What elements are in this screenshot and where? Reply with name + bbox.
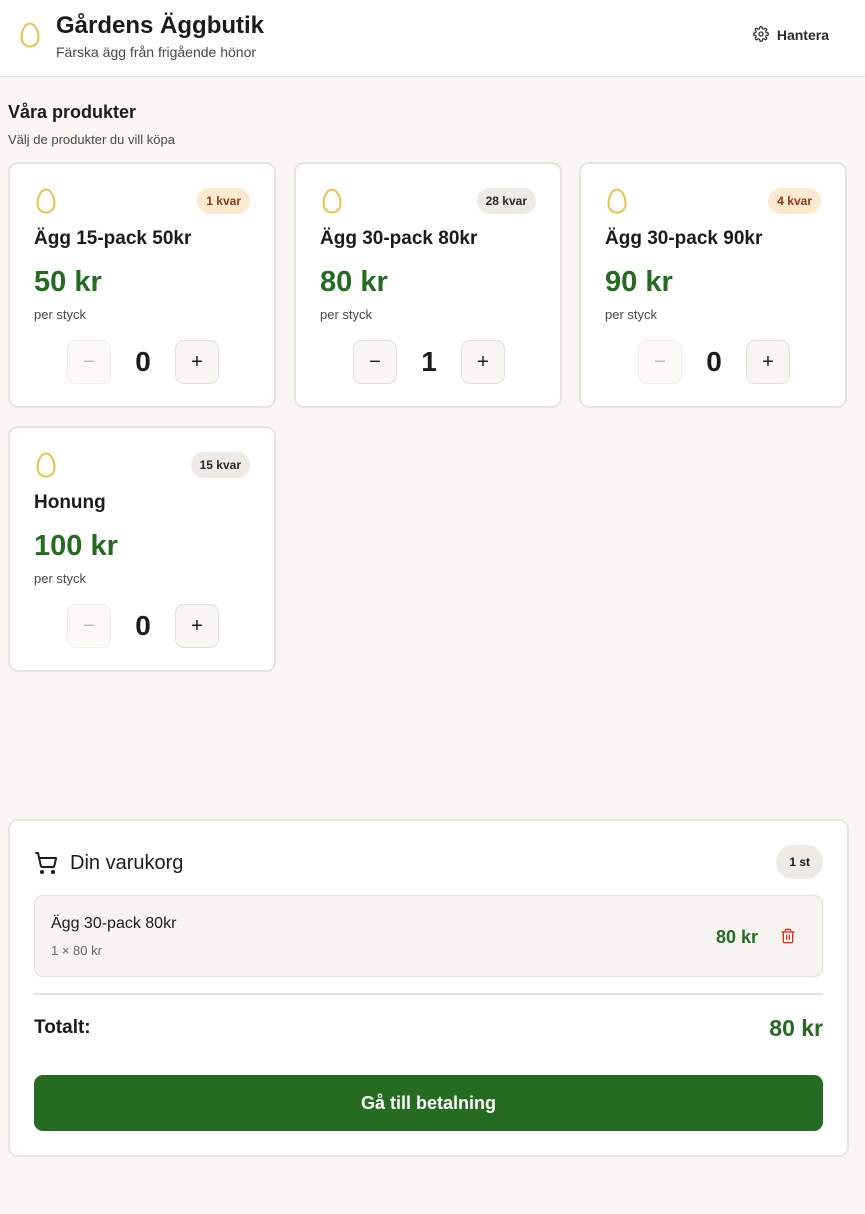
product-price: 50 kr [34,266,102,298]
quantity-value: 0 [135,610,151,641]
product-card: 28 kvar Ägg 30-pack 80kr 80 kr per styck… [294,162,562,408]
decrease-quantity-button[interactable]: − [67,340,111,384]
cart-count-badge: 1 st [776,845,823,879]
quantity-value: 0 [706,346,722,377]
gear-icon [752,25,769,45]
increase-quantity-button[interactable]: + [461,340,505,384]
divider [34,993,823,995]
delete-item-button[interactable] [780,927,796,950]
cart-title: Din varukorg [70,852,184,874]
stock-badge: 28 kvar [476,188,536,214]
product-card: 1 kvar Ägg 15-pack 50kr 50 kr per styck … [8,162,276,408]
stock-badge: 1 kvar [197,188,250,214]
minus-icon: − [654,350,666,373]
egg-icon [322,188,342,219]
plus-icon: + [762,350,774,373]
product-unit: per styck [34,571,87,586]
stock-badge: 15 kvar [190,452,250,478]
cart-item: Ägg 30-pack 80kr 1 × 80 kr 80 kr [34,895,823,977]
plus-icon: + [477,350,489,373]
cart-item-detail: 1 × 80 kr [51,943,102,958]
cart-panel: Din varukorg 1 st Ägg 30-pack 80kr 1 × 8… [8,819,849,1157]
product-card: 15 kvar Honung 100 kr per styck − 0 + [8,426,276,672]
quantity-value: 1 [421,346,437,377]
increase-quantity-button[interactable]: + [746,340,790,384]
increase-quantity-button[interactable]: + [175,604,219,648]
products-section-subtitle: Välj de produkter du vill köpa [8,132,175,147]
plus-icon: + [191,614,203,637]
decrease-quantity-button[interactable]: − [638,340,682,384]
product-unit: per styck [605,307,658,322]
egg-icon [607,188,627,219]
manage-button[interactable]: Hantera [741,22,841,48]
egg-icon [20,22,40,53]
product-card: 4 kvar Ägg 30-pack 90kr 90 kr per styck … [579,162,847,408]
quantity-value: 0 [135,346,151,377]
product-unit: per styck [320,307,373,322]
plus-icon: + [191,350,203,373]
checkout-button[interactable]: Gå till betalning [34,1075,823,1131]
shopping-cart-icon [34,851,58,880]
trash-icon [781,928,795,944]
product-unit: per styck [34,307,87,322]
product-price: 100 kr [34,530,118,562]
products-section-title: Våra produkter [8,102,137,122]
minus-icon: − [83,350,95,373]
stock-badge: 4 kvar [768,188,821,214]
app-subtitle: Färska ägg från frigående hönor [56,44,257,60]
minus-icon: − [83,614,95,637]
decrease-quantity-button[interactable]: − [67,604,111,648]
increase-quantity-button[interactable]: + [175,340,219,384]
product-name: Honung [34,492,106,513]
product-name: Ägg 30-pack 90kr [605,228,763,249]
egg-icon [36,188,56,219]
product-name: Ägg 15-pack 50kr [34,228,192,249]
cart-item-name: Ägg 30-pack 80kr [51,915,177,932]
minus-icon: − [369,350,381,373]
app-header: Gårdens Äggbutik Färska ägg från frigåen… [0,0,865,77]
manage-label: Hantera [776,27,829,43]
app-title: Gårdens Äggbutik [56,12,265,39]
product-price: 90 kr [605,266,673,298]
product-name: Ägg 30-pack 80kr [320,228,478,249]
decrease-quantity-button[interactable]: − [353,340,397,384]
cart-item-price: 80 kr [715,927,758,947]
product-price: 80 kr [320,266,388,298]
egg-icon [36,452,56,483]
total-label: Totalt: [34,1017,91,1038]
total-value: 80 kr [769,1015,823,1041]
